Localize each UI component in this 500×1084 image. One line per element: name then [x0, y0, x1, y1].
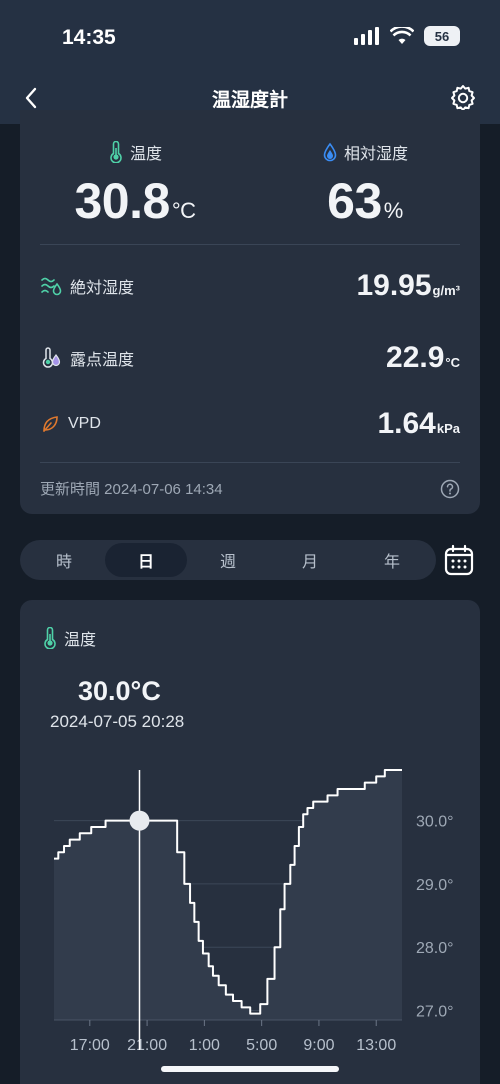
wifi-icon	[390, 27, 414, 44]
home-indicator	[161, 1066, 339, 1072]
y-tick-label: 30.0°	[416, 814, 454, 831]
humidity-wave-icon	[41, 277, 62, 296]
divider	[40, 462, 460, 463]
temperature-unit: °C	[171, 198, 196, 223]
chart-card: 温度 30.0°C 2024-07-05 20:28 30.0° 29.0° 28.…	[20, 600, 480, 1084]
status-time: 14:35	[62, 26, 116, 49]
humidity-label: 相対湿度	[343, 146, 408, 163]
x-tick-label: 1:00	[189, 1037, 220, 1054]
chart-label-row: 温度	[42, 626, 96, 650]
thermometer-icon	[44, 627, 56, 649]
gear-icon[interactable]	[448, 83, 478, 113]
series-area	[54, 770, 402, 1020]
calendar-icon[interactable]	[444, 544, 474, 576]
vpd-value-row: 1.64kPa	[377, 407, 460, 441]
vpd-unit: kPa	[436, 421, 460, 436]
vpd-label: VPD	[68, 415, 101, 432]
y-tick-label: 27.0°	[416, 1004, 454, 1021]
humidity-value: 63	[327, 173, 382, 229]
period-tabs: 時日週月年	[20, 540, 436, 580]
absolute-humidity-label: 絶対湿度	[70, 280, 135, 297]
temperature-value: 30.8	[74, 173, 170, 229]
absolute-humidity-value-row: 19.95g/m³	[356, 269, 460, 303]
selected-value: 30.0°C	[78, 676, 161, 706]
humidity-unit: %	[383, 198, 404, 223]
cellular-signal-icon	[354, 27, 379, 45]
water-drop-icon	[323, 142, 337, 162]
dew-point-unit: °C	[445, 355, 460, 370]
leaf-icon	[43, 416, 58, 432]
help-icon[interactable]	[440, 479, 460, 499]
tab-4[interactable]: 年	[351, 543, 433, 577]
tab-3[interactable]: 月	[269, 543, 351, 577]
dew-point-label: 露点温度	[70, 352, 135, 369]
dew-point-label-row: 露点温度	[40, 346, 134, 370]
temperature-block: 温度 30.8°C	[20, 110, 250, 230]
tab-1[interactable]: 日	[105, 543, 187, 577]
y-tick-label: 29.0°	[416, 877, 454, 894]
humidity-label-row: 相対湿度	[250, 140, 480, 164]
page-title: 温湿度計	[211, 90, 288, 111]
divider	[40, 244, 460, 245]
vpd-value: 1.64	[377, 407, 436, 440]
tab-2[interactable]: 週	[187, 543, 269, 577]
humidity-value-row: 63%	[250, 172, 480, 230]
x-tick-label: 21:00	[127, 1037, 167, 1054]
x-tick-label: 13:00	[356, 1037, 396, 1054]
dew-point-row: 露点温度 22.9°C	[40, 338, 460, 378]
dew-point-value-row: 22.9°C	[386, 341, 460, 375]
vpd-label-row: VPD	[40, 414, 101, 434]
readings-card: 温度 30.8°C 相対湿度 63% 絶対湿度 19.95g/m³ 露点温度 2…	[20, 110, 480, 514]
x-tick-label: 9:00	[303, 1037, 334, 1054]
updated-time: 更新時間 2024-07-06 14:34	[40, 481, 223, 498]
selected-time: 2024-07-05 20:28	[50, 712, 185, 731]
absolute-humidity-row: 絶対湿度 19.95g/m³	[40, 266, 460, 306]
cursor-dot	[129, 810, 150, 831]
dew-point-value: 22.9	[386, 341, 445, 374]
absolute-humidity-label-row: 絶対湿度	[40, 274, 134, 298]
updated-row: 更新時間 2024-07-06 14:34	[40, 478, 460, 499]
temperature-value-row: 30.8°C	[20, 172, 250, 230]
vpd-row: VPD 1.64kPa	[40, 404, 460, 444]
tab-0[interactable]: 時	[23, 543, 105, 577]
chart-label: 温度	[64, 632, 97, 649]
temperature-label: 温度	[129, 146, 162, 163]
x-tick-label: 5:00	[246, 1037, 277, 1054]
temperature-label-row: 温度	[20, 140, 250, 164]
dew-point-icon	[42, 347, 61, 368]
temperature-chart[interactable]: 30.0° 29.0° 28.0° 27.0° 17:00 21:00 1:00 5:00 9:…	[20, 750, 480, 1070]
y-tick-label: 28.0°	[416, 940, 454, 957]
battery-indicator: 56	[424, 26, 460, 46]
x-tick-label: 17:00	[70, 1037, 110, 1054]
status-bar: 14:35 56	[0, 0, 500, 72]
thermometer-icon	[110, 141, 122, 163]
status-icons: 56	[354, 26, 460, 46]
absolute-humidity-value: 19.95	[356, 269, 432, 302]
absolute-humidity-unit: g/m³	[432, 283, 460, 298]
humidity-block: 相対湿度 63%	[250, 110, 480, 230]
